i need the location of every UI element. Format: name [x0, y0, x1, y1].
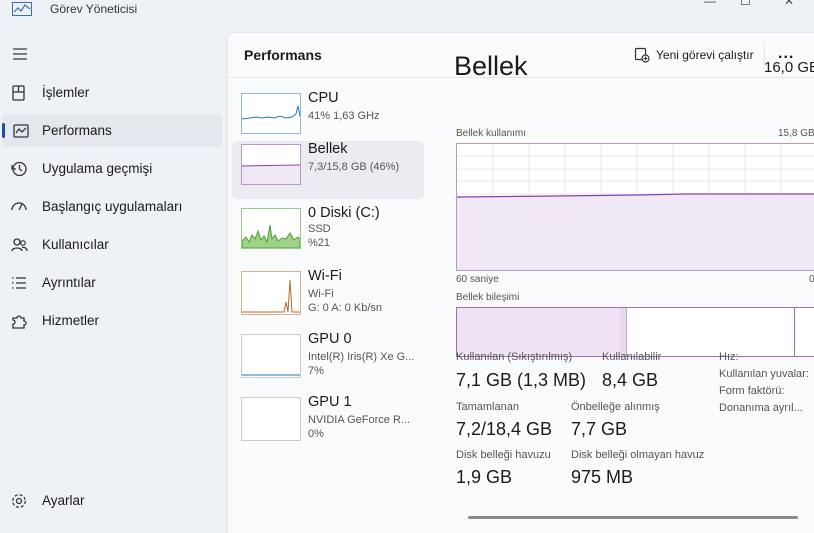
device-sub: 7,3/15,8 GB (46%)	[308, 161, 400, 173]
nonpaged-pool-label: Disk belleği olmayan havuz	[571, 449, 705, 461]
nav-item-app-history[interactable]: Uygulama geçmişi	[0, 152, 222, 185]
committed-label: Tamamlanan	[456, 401, 519, 413]
nav-item-services[interactable]: Hizmetler	[0, 304, 222, 337]
nav-item-processes[interactable]: İşlemler	[0, 76, 222, 109]
wifi-thumbnail	[241, 271, 301, 315]
device-name: 0 Diski (C:)	[308, 205, 380, 221]
time-axis-end: 0	[809, 274, 814, 285]
minimize-button[interactable]: —	[704, 0, 716, 8]
device-sub: 41% 1,63 GHz	[308, 110, 380, 122]
composition-modified	[620, 308, 627, 356]
device-disk[interactable]: 0 Diski (C:) SSD %21	[232, 205, 424, 263]
nav-item-details[interactable]: Ayrıntılar	[0, 266, 222, 299]
device-sub: G: 0 A: 0 Kb/sn	[308, 302, 382, 314]
device-memory[interactable]: Bellek 7,3/15,8 GB (46%)	[232, 141, 424, 199]
details-list-icon	[12, 277, 26, 289]
in-use-label: Kullanılan (Sıkıştırılmış)	[456, 351, 573, 363]
memory-usage-graph	[456, 143, 814, 271]
slots-used-label: Kullanılan yuvalar:	[719, 368, 809, 380]
device-name: Wi-Fi	[308, 268, 342, 284]
composition-in-use	[457, 308, 624, 356]
committed-value: 7,2/18,4 GB	[456, 419, 553, 439]
performance-panel: Performans Yeni görevi çalıştır ... CPU …	[227, 32, 814, 533]
paged-pool-label: Disk belleği havuzu	[456, 449, 551, 461]
history-icon	[11, 161, 27, 177]
task-manager-icon	[12, 2, 32, 16]
nav-item-label: Ayrıntılar	[42, 275, 96, 290]
memory-thumbnail	[241, 144, 301, 185]
available-value: 8,4 GB	[602, 370, 659, 390]
memory-total: 16,0 GB	[764, 59, 814, 76]
device-sub: 7%	[308, 365, 324, 377]
close-button[interactable]: ✕	[784, 0, 794, 8]
title-bar: Görev Yöneticisi — ☐ ✕	[0, 0, 814, 32]
device-sub: SSD	[308, 223, 331, 235]
composition-label: Bellek bileşimi	[456, 292, 520, 303]
form-factor-label: Form faktörü:	[719, 385, 785, 397]
gear-icon	[12, 494, 26, 508]
nav-item-users[interactable]: Kullanıcılar	[0, 228, 222, 261]
gpu1-thumbnail	[241, 397, 301, 441]
nav-item-performance[interactable]: Performans	[2, 114, 222, 147]
nav-item-label: Başlangıç uygulamaları	[42, 199, 183, 214]
device-name: GPU 0	[308, 331, 352, 347]
nav-item-label: Hizmetler	[42, 313, 100, 328]
active-indicator	[2, 123, 5, 138]
device-sub: 0%	[308, 428, 324, 440]
nav-item-label: Ayarlar	[42, 493, 85, 508]
speed-label: Hız:	[719, 351, 739, 363]
device-name: Bellek	[308, 141, 348, 157]
disk-thumbnail	[241, 208, 301, 249]
paged-pool-value: 1,9 GB	[456, 467, 513, 487]
cached-label: Önbelleğe alınmış	[571, 401, 660, 413]
window-title: Görev Yöneticisi	[50, 2, 138, 16]
device-sub: Intel(R) Iris(R) Xe G...	[308, 351, 415, 363]
nonpaged-pool-value: 975 MB	[571, 467, 634, 487]
hardware-reserved-label: Donanıma ayrıl...	[719, 402, 803, 414]
detail-title: Bellek	[454, 51, 528, 81]
nav-item-startup-apps[interactable]: Başlangıç uygulamaları	[0, 190, 222, 223]
nav-item-label: Kullanıcılar	[42, 237, 109, 252]
page-title: Performans	[244, 47, 322, 63]
nav-item-label: Uygulama geçmişi	[42, 161, 153, 176]
cached-value: 7,7 GB	[571, 419, 628, 439]
horizontal-scrollbar[interactable]	[468, 516, 798, 519]
users-icon	[11, 238, 28, 252]
device-name: CPU	[308, 90, 339, 106]
device-sub: Wi-Fi	[308, 288, 334, 300]
usage-label: Bellek kullanımı	[456, 128, 527, 139]
device-cpu[interactable]: CPU 41% 1,63 GHz	[232, 90, 424, 148]
run-task-label: Yeni görevi çalıştır	[656, 48, 754, 62]
device-gpu1[interactable]: GPU 1 NVIDIA GeForce R... 0%	[232, 394, 424, 452]
speedometer-icon	[11, 202, 27, 211]
memory-composition-bar	[456, 307, 814, 357]
performance-icon	[13, 124, 29, 138]
in-use-value: 7,1 GB (1,3 MB)	[456, 370, 587, 390]
run-new-task-button[interactable]: Yeni görevi çalıştır	[634, 47, 754, 63]
maximize-button[interactable]: ☐	[740, 0, 751, 8]
run-task-icon	[634, 47, 650, 63]
time-axis-label: 60 saniye	[456, 274, 499, 285]
available-label: Kullanılabilir	[602, 351, 662, 363]
gpu0-thumbnail	[241, 334, 301, 378]
cpu-thumbnail	[241, 93, 301, 134]
device-sub: NVIDIA GeForce R...	[308, 414, 411, 426]
device-name: GPU 1	[308, 394, 352, 410]
usage-max: 15,8 GB	[778, 128, 814, 139]
device-gpu0[interactable]: GPU 0 Intel(R) Iris(R) Xe G... 7%	[232, 331, 424, 389]
device-sub: %21	[308, 237, 331, 249]
nav-item-label: Performans	[42, 123, 112, 138]
hamburger-menu-icon[interactable]	[8, 42, 32, 66]
nav-item-settings[interactable]: Ayarlar	[0, 484, 222, 517]
composition-standby-edge	[794, 308, 795, 356]
processes-icon	[12, 85, 25, 101]
services-puzzle-icon	[12, 315, 27, 329]
device-wifi[interactable]: Wi-Fi Wi-Fi G: 0 A: 0 Kb/sn	[232, 268, 424, 326]
nav-item-label: İşlemler	[42, 85, 90, 100]
